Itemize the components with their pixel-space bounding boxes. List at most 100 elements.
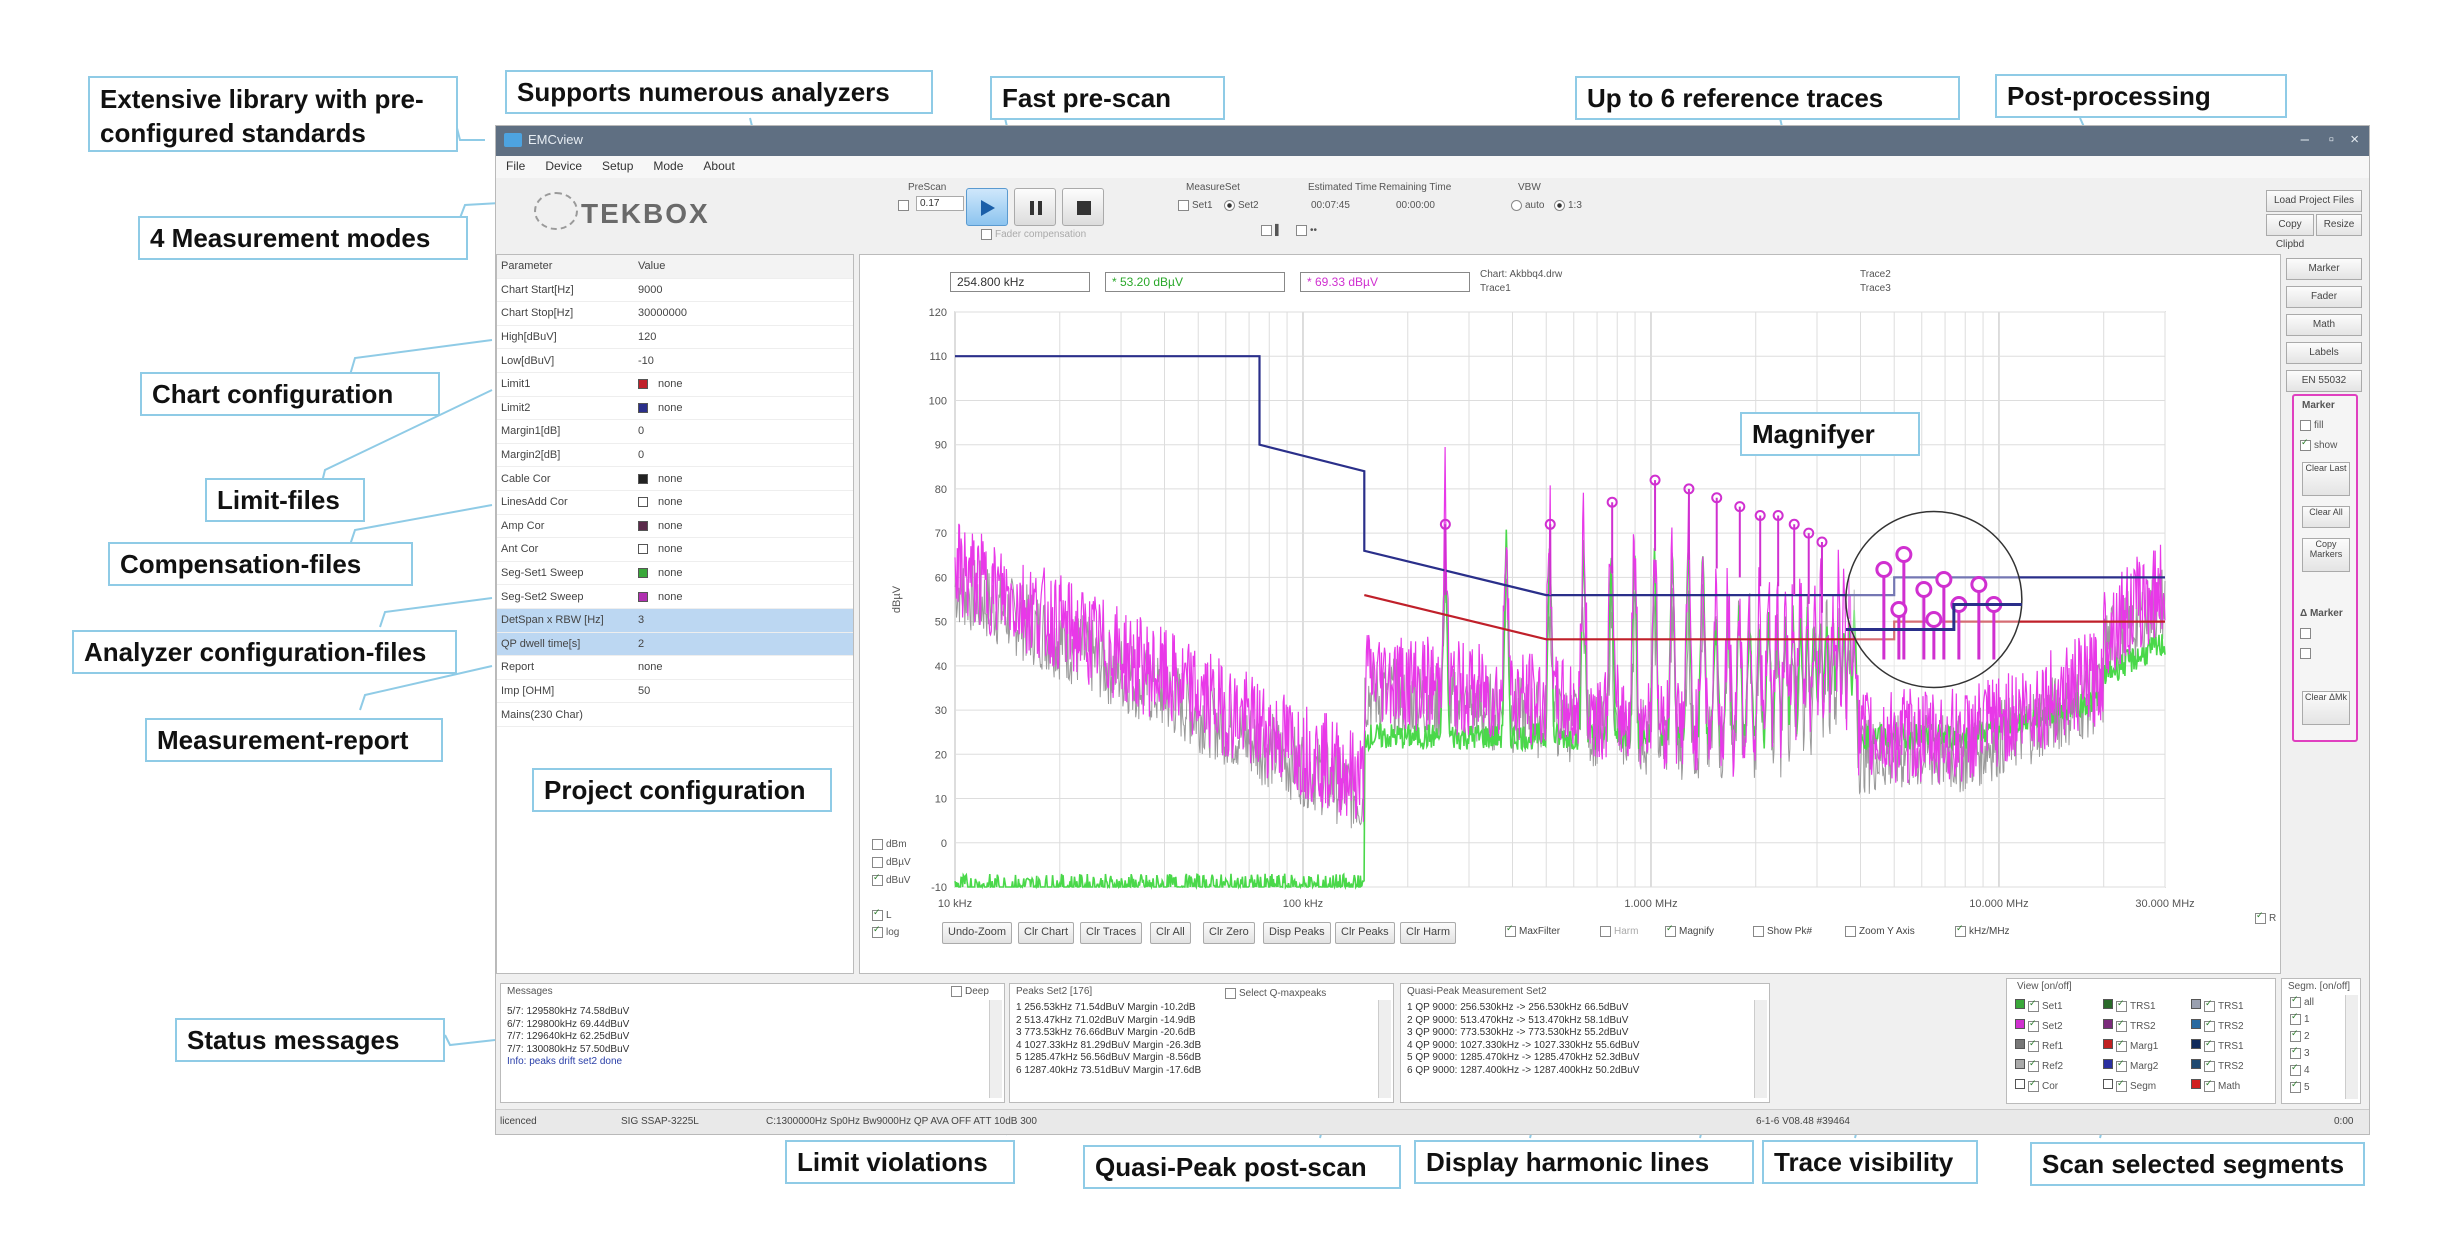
parameter-row[interactable]: Margin2[dB] 0: [497, 444, 853, 468]
color-swatch[interactable]: [638, 520, 648, 531]
prescan-checkbox[interactable]: [898, 200, 912, 211]
parameter-value[interactable]: 9000: [634, 284, 853, 296]
math-tab-button[interactable]: Math: [2286, 314, 2362, 336]
toolbar-toggle-2[interactable]: ••: [1296, 225, 1317, 236]
color-swatch[interactable]: [638, 497, 648, 508]
segment-item[interactable]: all: [2290, 997, 2314, 1008]
qp-line[interactable]: 3 QP 9000: 773.530kHz -> 773.530kHz 55.2…: [1407, 1027, 1749, 1040]
close-icon[interactable]: ×: [2350, 131, 2359, 148]
color-swatch[interactable]: [638, 568, 648, 579]
set1-option[interactable]: Set1: [1178, 200, 1213, 211]
trace-visibility-checkbox[interactable]: [2028, 1060, 2039, 1072]
segment-checkbox[interactable]: [2290, 1082, 2301, 1093]
color-swatch[interactable]: [638, 544, 648, 555]
trace-visibility-item[interactable]: Cor: [2015, 1079, 2058, 1092]
parameter-value[interactable]: none: [634, 496, 853, 508]
trace-visibility-item[interactable]: TRS1: [2191, 999, 2244, 1012]
qp-line[interactable]: 6 QP 9000: 1287.400kHz -> 1287.400kHz 50…: [1407, 1065, 1749, 1078]
parameter-row[interactable]: Cable Cor none: [497, 467, 853, 491]
trace-visibility-checkbox[interactable]: [2028, 1020, 2039, 1032]
parameter-value[interactable]: 0: [634, 425, 853, 437]
parameter-value[interactable]: none: [634, 543, 853, 555]
parameter-row[interactable]: Margin1[dB] 0: [497, 420, 853, 444]
peaks-scrollbar[interactable]: [1378, 1000, 1391, 1098]
trace-visibility-checkbox[interactable]: [2204, 1060, 2215, 1072]
clr-all-button[interactable]: Clr All: [1150, 922, 1191, 944]
peak-line[interactable]: 6 1287.40kHz 73.51dBuV Margin -17.6dB: [1016, 1065, 1373, 1078]
trace-visibility-checkbox[interactable]: [2204, 1000, 2215, 1012]
check-log[interactable]: log: [872, 927, 899, 938]
deep-check[interactable]: Deep: [951, 986, 989, 997]
trace-visibility-item[interactable]: Set2: [2015, 1019, 2063, 1032]
unit-dbuv2-option[interactable]: dBuV: [872, 875, 910, 886]
parameter-row[interactable]: Mains(230 Char): [497, 703, 853, 727]
segment-item[interactable]: 2: [2290, 1031, 2310, 1042]
trace-visibility-item[interactable]: TRS1: [2103, 999, 2156, 1012]
parameter-row[interactable]: Limit1 none: [497, 373, 853, 397]
qp-line[interactable]: 2 QP 9000: 513.470kHz -> 513.470kHz 58.1…: [1407, 1015, 1749, 1028]
standard-button[interactable]: EN 55032: [2286, 370, 2362, 392]
quasi-peak-scrollbar[interactable]: [1754, 1000, 1767, 1098]
color-swatch[interactable]: [638, 379, 648, 390]
trace-visibility-item[interactable]: Segm: [2103, 1079, 2156, 1092]
magnify-check[interactable]: Magnify: [1665, 926, 1714, 937]
peak-line[interactable]: 5 1285.47kHz 56.56dBuV Margin -8.56dB: [1016, 1052, 1373, 1065]
parameter-value[interactable]: 3: [634, 614, 853, 626]
parameter-row[interactable]: Chart Stop[Hz] 30000000: [497, 302, 853, 326]
segment-item[interactable]: 1: [2290, 1014, 2310, 1025]
clr-zero-button[interactable]: Clr Zero: [1203, 922, 1255, 944]
select-q-maxpeaks-check[interactable]: Select Q-maxpeaks: [1225, 988, 1326, 999]
trace-visibility-checkbox[interactable]: [2028, 1000, 2039, 1012]
trace-visibility-item[interactable]: TRS1: [2191, 1039, 2244, 1052]
trace-visibility-item[interactable]: Set1: [2015, 999, 2063, 1012]
trace-visibility-checkbox[interactable]: [2116, 1060, 2127, 1072]
color-swatch[interactable]: [638, 591, 648, 602]
stop-button[interactable]: [1062, 188, 1104, 226]
parameter-value[interactable]: none: [634, 567, 853, 579]
parameter-row[interactable]: Seg-Set2 Sweep none: [497, 585, 853, 609]
clr-peaks-button[interactable]: Clr Peaks: [1335, 922, 1395, 944]
parameter-value[interactable]: 2: [634, 638, 853, 650]
segment-item[interactable]: 5: [2290, 1082, 2310, 1093]
trace-visibility-checkbox[interactable]: [2116, 1040, 2127, 1052]
parameter-value[interactable]: none: [634, 378, 853, 390]
peak-line[interactable]: 1 256.53kHz 71.54dBuV Margin -10.2dB: [1016, 1002, 1373, 1015]
messages-scrollbar[interactable]: [989, 1000, 1002, 1098]
menu-device[interactable]: Device: [535, 156, 592, 176]
harm-check[interactable]: Harm: [1600, 926, 1638, 937]
unit-dbm-option[interactable]: dBm: [872, 839, 907, 850]
play-button[interactable]: [966, 188, 1008, 226]
minimize-icon[interactable]: –: [2301, 131, 2309, 148]
show-peak-number-check[interactable]: Show Pk#: [1753, 926, 1812, 937]
parameter-value[interactable]: none: [634, 520, 853, 532]
parameter-value[interactable]: none: [634, 473, 853, 485]
vbw-auto-option[interactable]: auto: [1511, 200, 1544, 211]
zoom-y-axis-check[interactable]: Zoom Y Axis: [1845, 926, 1915, 937]
maximize-icon[interactable]: ▫: [2329, 131, 2334, 148]
parameter-value[interactable]: 120: [634, 331, 853, 343]
trace-visibility-checkbox[interactable]: [2116, 1020, 2127, 1032]
marker-show-check[interactable]: show: [2300, 440, 2337, 451]
menu-mode[interactable]: Mode: [643, 156, 693, 176]
fader-tab-button[interactable]: Fader: [2286, 286, 2362, 308]
unit-dbuv-option[interactable]: dBµV: [872, 857, 911, 868]
parameter-row[interactable]: QP dwell time[s] 2: [497, 632, 853, 657]
marker-fill-check[interactable]: fill: [2300, 420, 2323, 431]
khz-mhz-check[interactable]: kHz/MHz: [1955, 926, 2010, 937]
menu-about[interactable]: About: [693, 156, 744, 176]
clear-all-markers-button[interactable]: Clear All: [2302, 506, 2350, 528]
undo-zoom-button[interactable]: Undo-Zoom: [942, 922, 1013, 944]
delta-marker-check-2[interactable]: [2300, 648, 2314, 659]
trace-visibility-checkbox[interactable]: [2116, 1080, 2127, 1092]
parameter-value[interactable]: 50: [634, 685, 853, 697]
copy-markers-button[interactable]: Copy Markers: [2302, 538, 2350, 572]
clear-last-marker-button[interactable]: Clear Last: [2302, 462, 2350, 496]
qp-line[interactable]: 4 QP 9000: 1027.330kHz -> 1027.330kHz 55…: [1407, 1040, 1749, 1053]
parameter-row[interactable]: Ant Cor none: [497, 538, 853, 562]
trace-visibility-item[interactable]: Marg2: [2103, 1059, 2158, 1072]
trace-visibility-item[interactable]: Math: [2191, 1079, 2240, 1092]
trace-visibility-item[interactable]: Ref2: [2015, 1059, 2063, 1072]
parameter-row[interactable]: Seg-Set1 Sweep none: [497, 562, 853, 586]
trace-visibility-item[interactable]: TRS2: [2191, 1059, 2244, 1072]
fader-compensation[interactable]: Fader compensation: [981, 229, 1086, 240]
